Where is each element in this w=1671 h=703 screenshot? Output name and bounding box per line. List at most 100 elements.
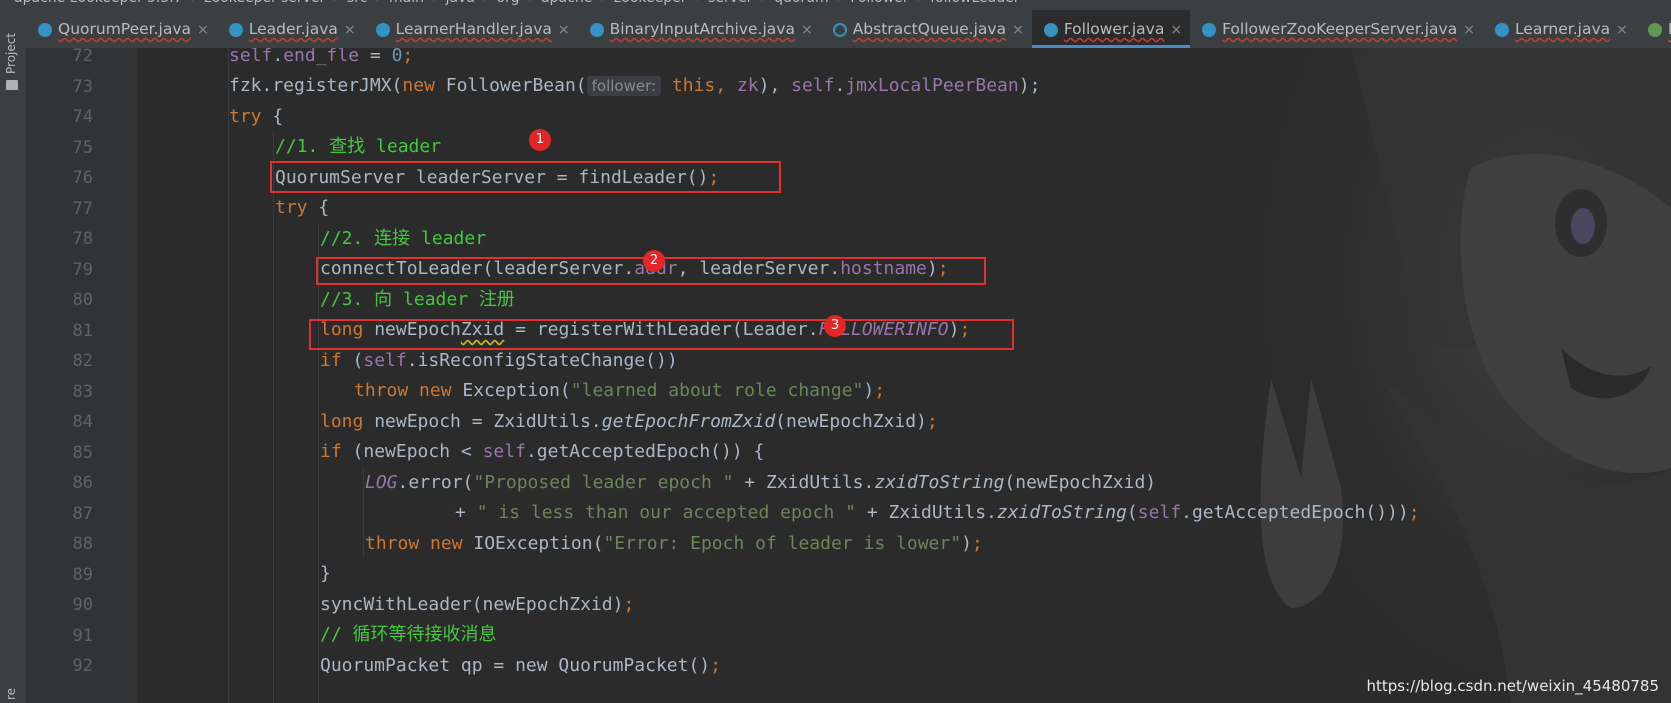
line-number: 86 — [72, 473, 93, 493]
parameter-hint: follower: — [586, 76, 662, 96]
line-number: 89 — [72, 564, 93, 585]
breadcrumb-path: apache-zookeeper-3.5.7 › zookeeper-server ›… — [14, 0, 1019, 6]
code-line-88: throw new IOException("Error: Epoch of l… — [365, 533, 983, 554]
line-number: 77 — [72, 198, 93, 219]
class-icon — [1202, 22, 1217, 37]
code-line-92: QuorumPacket qp = new QuorumPacket(); — [320, 655, 721, 676]
code-line-77: try { — [275, 197, 330, 218]
close-tab-icon[interactable]: × — [344, 22, 356, 38]
editor-tab[interactable]: Follower.java × — [1031, 10, 1191, 48]
editor-tab-label: Learner.java — [1514, 20, 1611, 38]
line-number: 88 — [72, 534, 93, 554]
editor-tab-label: Leader.java — [248, 20, 338, 38]
close-tab-icon[interactable]: × — [1616, 22, 1628, 38]
code-line-75: //1. 查找 leader — [275, 136, 442, 157]
line-number: 75 — [72, 137, 93, 158]
code-line-87: + " is less than our accepted epoch " + … — [455, 502, 1420, 523]
abstract-class-icon — [832, 22, 847, 37]
class-icon — [589, 22, 604, 37]
editor-tab-label: Follower.java — [1063, 20, 1165, 38]
breadcrumb-separator-icon: › — [760, 0, 766, 6]
code-line-91: // 循环等待接收消息 — [320, 624, 497, 645]
code-line-89: } — [320, 563, 331, 584]
line-number: 87 — [72, 503, 93, 524]
folder-icon[interactable] — [6, 80, 18, 90]
breadcrumb-segment[interactable]: Follower — [850, 0, 908, 6]
class-icon — [38, 22, 52, 37]
code-line-78: //2. 连接 leader — [320, 228, 487, 249]
line-number: 72 — [72, 46, 93, 66]
breadcrumb-segment[interactable]: zookeeper-server — [204, 0, 325, 6]
structure-tool-button[interactable]: re — [4, 688, 18, 700]
indent-guide — [228, 48, 229, 703]
editor-tab[interactable]: LearnerHandler.java × — [364, 10, 578, 48]
close-tab-icon[interactable]: × — [1012, 22, 1024, 38]
line-number: 84 — [72, 412, 93, 432]
code-editor[interactable]: self.end_fle = 0; fzk.registerJMX(new Fo… — [137, 48, 1671, 703]
editor-tab[interactable]: Input — [1636, 10, 1671, 48]
breadcrumb-separator-icon: › — [837, 0, 843, 6]
class-icon — [1494, 22, 1509, 37]
background-anime-illustration — [1231, 48, 1671, 703]
close-tab-icon[interactable]: × — [197, 22, 209, 38]
breadcrumb-segment[interactable]: apache — [541, 0, 592, 6]
line-number: 76 — [72, 168, 93, 188]
editor-tabs: QuorumPeer.java × Leader.java × LearnerHandl… — [26, 10, 1671, 49]
line-number: 90 — [72, 595, 93, 615]
code-line-90: syncWithLeader(newEpochZxid); — [320, 594, 635, 615]
line-number: 85 — [72, 442, 93, 463]
line-number: 91 — [72, 625, 93, 646]
breadcrumb-segment[interactable]: main — [389, 0, 424, 6]
close-tab-icon[interactable]: × — [801, 22, 813, 38]
editor-tab-label: LearnerHandler.java — [395, 20, 552, 38]
project-tool-button[interactable]: Project — [4, 33, 18, 74]
close-tab-icon[interactable]: × — [558, 22, 570, 38]
line-number: 81 — [72, 320, 93, 341]
breadcrumb-separator-icon: › — [695, 0, 701, 6]
breadcrumb-separator-icon: › — [191, 0, 197, 6]
class-icon — [228, 22, 243, 37]
editor-tab[interactable]: FollowerZooKeeperServer.java × — [1190, 10, 1483, 48]
highlight-box-register-with-leader — [309, 319, 1014, 350]
class-icon — [375, 22, 390, 37]
editor-tab[interactable]: AbstractQueue.java × — [821, 10, 1032, 48]
breadcrumb-segment[interactable]: src — [347, 0, 367, 6]
breadcrumb-separator-icon: › — [432, 0, 438, 6]
line-number-gutter: 72 73 74 75 76 77 78 79 80 81 82 83 84 85 86 87 88 89 90 91… — [27, 46, 172, 703]
indent-guide — [318, 224, 319, 703]
annotation-badge-2: 2 — [643, 250, 665, 272]
annotation-badge-1: 1 — [529, 129, 551, 151]
editor-tab[interactable]: Learner.java × — [1483, 10, 1636, 48]
editor-tab[interactable]: Leader.java × — [217, 10, 364, 48]
breadcrumb-separator-icon: › — [600, 0, 606, 6]
close-tab-icon[interactable]: × — [1463, 22, 1475, 38]
close-tab-icon[interactable]: × — [1170, 22, 1182, 38]
breadcrumb-separator-icon: › — [375, 0, 381, 6]
line-number: 73 — [72, 76, 93, 97]
line-number: 80 — [72, 290, 93, 310]
line-number: 92 — [72, 656, 93, 676]
left-tool-strip: Project re — [0, 10, 27, 703]
breadcrumb-segment[interactable]: zookeeper — [614, 0, 687, 6]
breadcrumb-separator-icon: › — [333, 0, 339, 6]
code-line-86: LOG.error("Proposed leader epoch " + Zxi… — [365, 472, 1157, 493]
class-icon — [1043, 22, 1058, 37]
code-line-85: if (newEpoch < self.getAcceptedEpoch()) … — [320, 441, 765, 462]
code-line-83: throw new Exception("learned about role … — [354, 380, 886, 401]
indent-guide — [273, 132, 274, 703]
indent-guide — [363, 468, 364, 558]
breadcrumb-segment[interactable]: server — [708, 0, 752, 6]
editor-tab-label: FollowerZooKeeperServer.java — [1222, 20, 1458, 38]
breadcrumb-segment[interactable]: org — [497, 0, 520, 6]
breadcrumb-segment[interactable]: java — [446, 0, 475, 6]
breadcrumb: apache-zookeeper-3.5.7 › zookeeper-server ›… — [0, 0, 1671, 10]
code-line-73: fzk.registerJMX(new FollowerBean(followe… — [229, 75, 1041, 96]
editor-tab-label: BinaryInputArchive.java — [609, 20, 795, 38]
breadcrumb-segment[interactable]: followLeader — [930, 0, 1019, 6]
breadcrumb-segment[interactable]: apache-zookeeper-3.5.7 — [14, 0, 183, 6]
line-number: 83 — [72, 381, 93, 402]
editor-tab-label: AbstractQueue.java — [852, 20, 1007, 38]
editor-tab[interactable]: BinaryInputArchive.java × — [578, 10, 821, 48]
editor-tab-label: QuorumPeer.java — [58, 20, 192, 38]
breadcrumb-segment[interactable]: quorum — [774, 0, 829, 6]
